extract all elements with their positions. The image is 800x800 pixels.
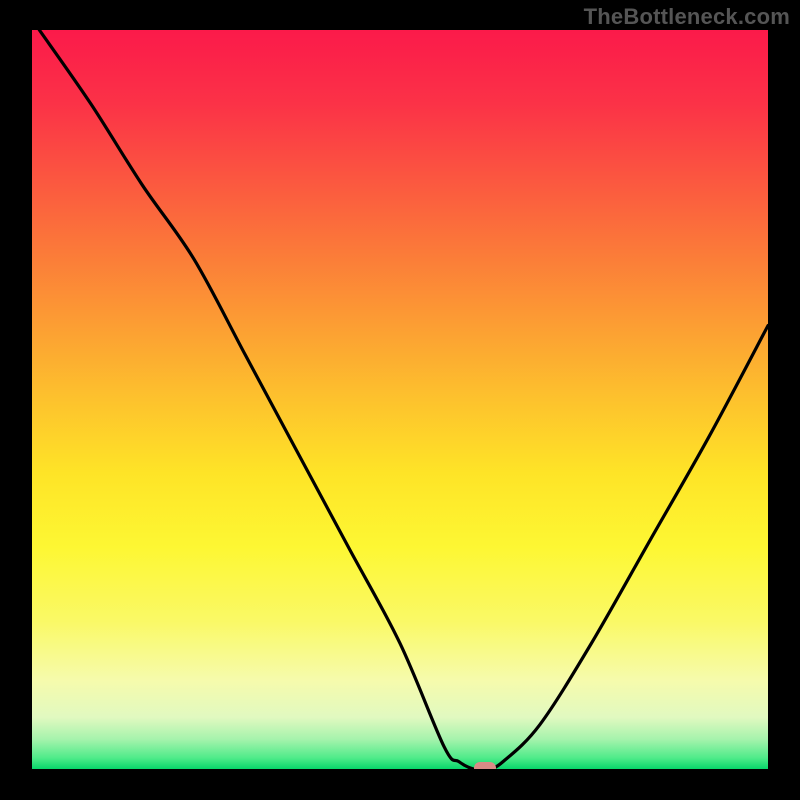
chart-frame: TheBottleneck.com: [0, 0, 800, 800]
chart-svg: [32, 30, 768, 769]
plot-area: [32, 30, 768, 769]
optimal-marker: [474, 762, 496, 769]
chart-background: [32, 30, 768, 769]
watermark-text: TheBottleneck.com: [584, 4, 790, 30]
